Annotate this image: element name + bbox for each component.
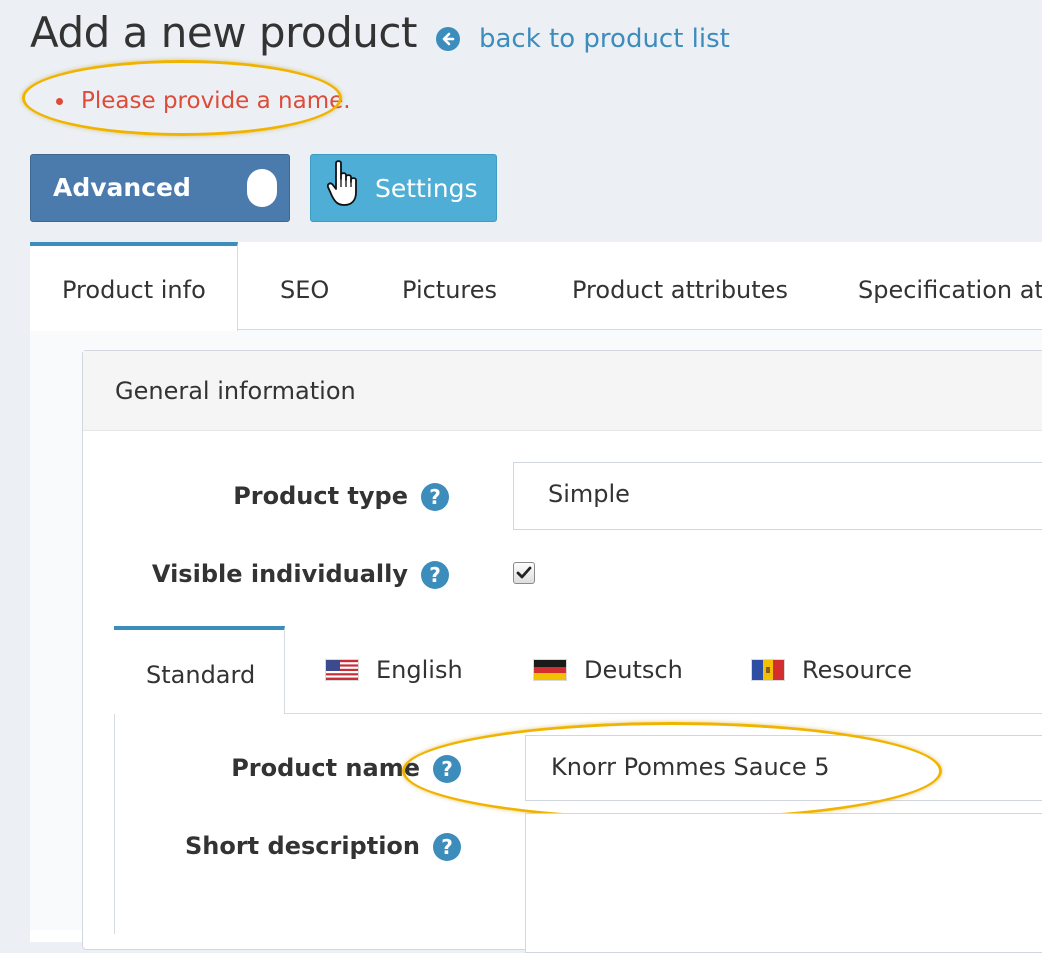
card-title: General information bbox=[115, 377, 356, 405]
main-tabs: Product info SEO Pictures Product attrib… bbox=[30, 242, 1042, 331]
product-name-label: Product name bbox=[231, 754, 420, 782]
product-type-select[interactable]: Simple bbox=[513, 462, 1042, 530]
help-icon[interactable]: ? bbox=[421, 561, 449, 589]
tab-resource[interactable]: Resource bbox=[752, 626, 952, 714]
tab-label: Specification attributes bbox=[858, 276, 1042, 304]
advanced-mode-toggle[interactable]: Advanced bbox=[30, 154, 290, 222]
de-flag-icon bbox=[534, 660, 566, 680]
tab-label: Resource bbox=[802, 656, 913, 684]
short-description-editor[interactable] bbox=[525, 813, 1042, 953]
validation-error-text: Please provide a name. bbox=[81, 88, 351, 114]
back-to-list-link[interactable]: back to product list bbox=[436, 24, 730, 54]
advanced-label: Advanced bbox=[53, 173, 191, 202]
settings-button[interactable]: Settings bbox=[310, 154, 497, 222]
hand-cursor-icon bbox=[326, 159, 363, 215]
product-type-label: Product type bbox=[233, 482, 408, 510]
tab-specification-attributes[interactable]: Specification attributes bbox=[838, 242, 1042, 330]
back-link-label: back to product list bbox=[479, 24, 730, 54]
tab-standard[interactable]: Standard bbox=[114, 626, 285, 715]
tab-label: Standard bbox=[146, 660, 256, 689]
settings-label: Settings bbox=[375, 174, 478, 203]
tab-english[interactable]: English bbox=[326, 626, 496, 714]
tab-label: Product attributes bbox=[572, 276, 788, 304]
visible-individually-checkbox[interactable] bbox=[513, 562, 535, 584]
bullet-icon bbox=[56, 97, 63, 105]
help-icon[interactable]: ? bbox=[433, 833, 461, 861]
tab-product-attributes[interactable]: Product attributes bbox=[552, 242, 808, 330]
arrow-left-circle-icon bbox=[436, 27, 460, 51]
us-flag-icon bbox=[326, 660, 358, 680]
product-type-value: Simple bbox=[548, 480, 630, 508]
tab-label: Product info bbox=[62, 276, 206, 304]
tab-pictures[interactable]: Pictures bbox=[382, 242, 522, 330]
tab-deutsch[interactable]: Deutsch bbox=[534, 626, 704, 714]
tab-label: Pictures bbox=[402, 276, 498, 304]
help-icon[interactable]: ? bbox=[421, 483, 449, 511]
tab-label: Deutsch bbox=[584, 656, 683, 684]
product-name-input[interactable]: Knorr Pommes Sauce 5 bbox=[525, 735, 1042, 801]
validation-error: Please provide a name. bbox=[56, 88, 351, 114]
help-icon[interactable]: ? bbox=[433, 755, 461, 783]
check-icon bbox=[516, 566, 532, 579]
page-title: Add a new product bbox=[30, 8, 417, 57]
visible-individually-label: Visible individually bbox=[151, 560, 408, 588]
language-tabs: Standard English Deutsch Resource bbox=[114, 626, 1042, 715]
product-name-value: Knorr Pommes Sauce 5 bbox=[551, 753, 830, 781]
md-flag-icon bbox=[752, 660, 784, 680]
toggle-knob bbox=[247, 169, 277, 207]
tab-label: English bbox=[376, 656, 463, 684]
tab-label: SEO bbox=[280, 276, 330, 304]
tab-seo[interactable]: SEO bbox=[260, 242, 350, 330]
tab-product-info[interactable]: Product info bbox=[30, 242, 238, 331]
short-description-label: Short description bbox=[184, 832, 420, 860]
